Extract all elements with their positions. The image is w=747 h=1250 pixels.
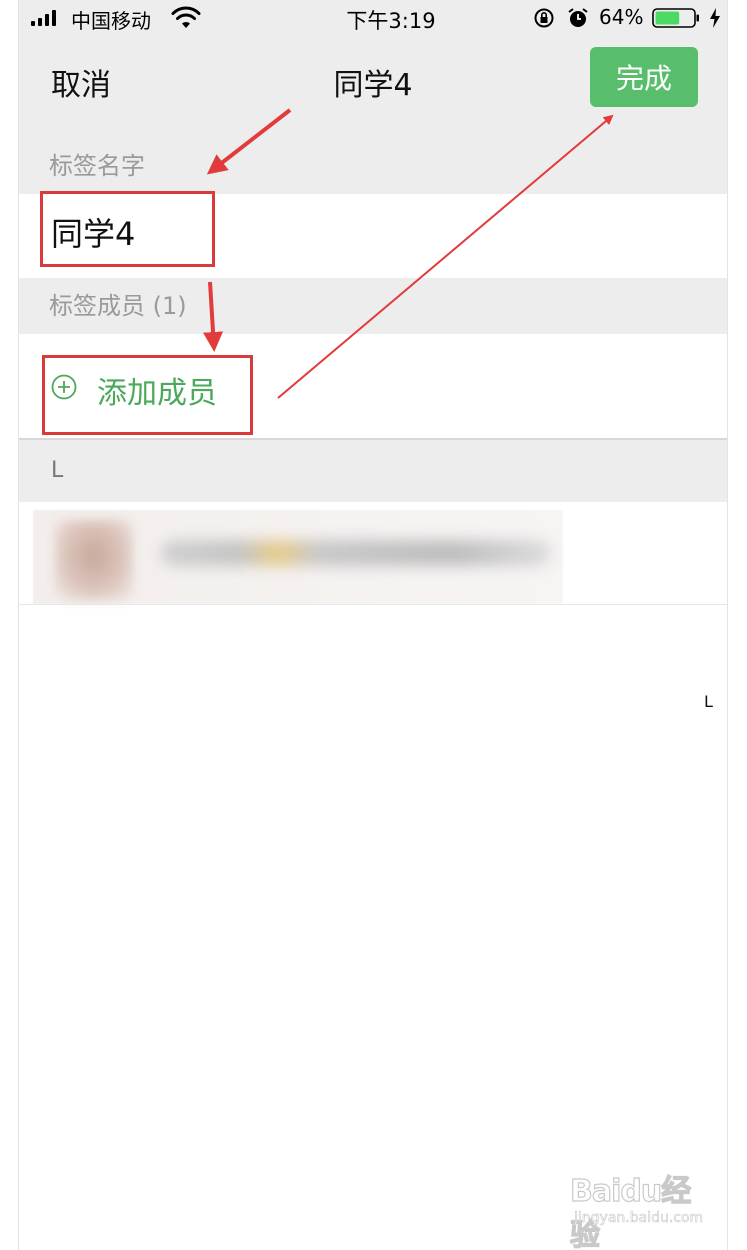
annotation-box-add-member — [42, 355, 253, 435]
rotation-lock-icon — [534, 8, 554, 28]
watermark-logo: Baidu经验 — [569, 1173, 691, 1250]
tag-members-section-label: 标签成员 (1) — [19, 278, 727, 334]
member-blurred-area — [33, 510, 563, 604]
right-border — [727, 0, 747, 1250]
battery-icon — [652, 8, 699, 28]
status-time: 下午3:19 — [346, 9, 436, 33]
side-index-letter[interactable]: L — [704, 692, 713, 711]
annotation-box-name — [40, 191, 215, 267]
status-bar: 中国移动 下午3:19 64% — [19, 0, 727, 36]
charging-icon — [710, 8, 720, 28]
done-button[interactable]: 完成 — [590, 47, 698, 107]
cancel-button[interactable]: 取消 — [51, 60, 111, 104]
index-header: L — [19, 440, 727, 502]
avatar — [55, 520, 133, 600]
baidu-watermark: Baidu经验 jingyan.baidu.com — [566, 1162, 716, 1250]
left-border — [0, 0, 19, 1250]
watermark-url: jingyan.baidu.com — [574, 1210, 704, 1227]
signal-icon — [31, 10, 56, 26]
tag-name-section-label: 标签名字 — [19, 138, 727, 194]
member-name-blurred — [161, 540, 551, 566]
alarm-icon — [568, 8, 588, 27]
navigation-bar: 取消 同学4 完成 — [19, 36, 727, 138]
page-title: 同学4 — [333, 68, 413, 103]
phone-screen: 中国移动 下午3:19 64% 取消 同学4 完成 标签名字 同学4 标签成员 … — [0, 0, 747, 1250]
battery-percent: 64% — [599, 5, 644, 29]
member-list-item[interactable] — [19, 502, 727, 605]
wifi-icon — [171, 6, 201, 28]
carrier-name: 中国移动 — [71, 9, 151, 33]
